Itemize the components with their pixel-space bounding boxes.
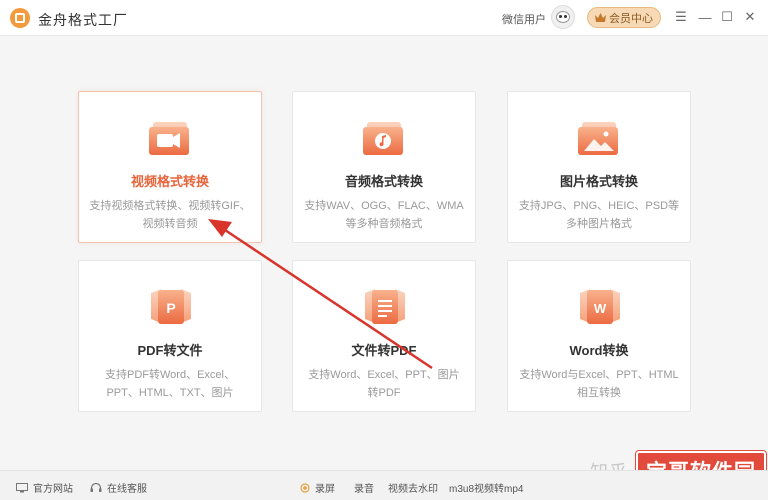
- annotation-arrow: [208, 219, 433, 370]
- app-title: 金舟格式工厂: [38, 12, 128, 28]
- card-description: 支持JPG、PNG、HEIC、PSD等多种图片格式: [518, 200, 680, 230]
- card-description: 支持视频格式转换、视频转GIF、视频转音频: [89, 200, 251, 230]
- card-title: 视频格式转换: [130, 174, 209, 189]
- card-description: 支持Word与Excel、PPT、HTML相互转换: [519, 369, 679, 399]
- image-icon: [576, 118, 624, 158]
- svg-text:W: W: [594, 301, 607, 316]
- music-icon: [361, 118, 409, 158]
- card-video-convert[interactable]: 视频格式转换 支持视频格式转换、视频转GIF、视频转音频: [78, 91, 262, 243]
- crown-icon: [595, 13, 606, 22]
- online-support-link[interactable]: 在线客服: [90, 480, 147, 495]
- remove-watermark-label: 视频去水印: [388, 484, 438, 495]
- card-title: 图片格式转换: [559, 174, 638, 189]
- video-icon: [147, 118, 195, 158]
- headset-icon: [90, 482, 102, 493]
- menu-icon[interactable]: ☰: [673, 9, 689, 25]
- close-icon[interactable]: ✕: [742, 9, 758, 25]
- card-description: 支持Word、Excel、PPT、图片转PDF: [308, 369, 460, 399]
- document-icon: [361, 287, 409, 327]
- record-screen-button[interactable]: 录屏: [298, 480, 335, 495]
- m3u8-to-mp4-button[interactable]: m3u8视频转mp4: [449, 480, 523, 495]
- card-title: PDF转文件: [137, 343, 203, 358]
- minimize-icon[interactable]: —: [697, 9, 713, 25]
- record-audio-button[interactable]: 录音: [354, 480, 374, 495]
- card-image-convert[interactable]: 图片格式转换 支持JPG、PNG、HEIC、PSD等多种图片格式: [507, 91, 691, 243]
- card-description: 支持PDF转Word、Excel、PPT、HTML、TXT、图片: [105, 369, 235, 399]
- vip-center-button[interactable]: 会员中心: [587, 7, 661, 28]
- maximize-icon[interactable]: ☐: [719, 9, 735, 25]
- monitor-icon: [16, 482, 28, 493]
- svg-text:P: P: [166, 300, 175, 316]
- card-word-convert[interactable]: W Word转换 支持Word与Excel、PPT、HTML相互转换: [507, 260, 691, 412]
- m3u8-to-mp4-label: m3u8视频转mp4: [449, 484, 524, 495]
- card-title: Word转换: [569, 343, 629, 358]
- footer-bar: 官方网站 在线客服 录屏 录音 视频去水印 m3u8视频转mp4: [0, 470, 768, 500]
- app-logo-icon: [10, 8, 30, 28]
- card-description: 支持WAV、OGG、FLAC、WMA等多种音频格式: [304, 200, 464, 230]
- panda-avatar-icon: [556, 11, 570, 23]
- card-title: 音频格式转换: [344, 174, 423, 189]
- record-screen-label: 录屏: [315, 484, 335, 495]
- card-file-to-pdf[interactable]: 文件转PDF 支持Word、Excel、PPT、图片转PDF: [292, 260, 476, 412]
- card-title: 文件转PDF: [351, 343, 417, 358]
- card-audio-convert[interactable]: 音频格式转换 支持WAV、OGG、FLAC、WMA等多种音频格式: [292, 91, 476, 243]
- official-website-label: 官方网站: [33, 484, 73, 495]
- official-website-link[interactable]: 官方网站: [16, 480, 73, 495]
- record-audio-label: 录音: [354, 484, 374, 495]
- title-bar: 金舟格式工厂 微信用户 会员中心 ☰ — ☐ ✕: [0, 0, 768, 36]
- remove-watermark-button[interactable]: 视频去水印: [388, 480, 438, 495]
- user-name[interactable]: 微信用户: [502, 11, 546, 27]
- pdf-icon: P: [147, 287, 195, 327]
- word-icon: W: [576, 287, 624, 327]
- card-pdf-to-file[interactable]: P PDF转文件 支持PDF转Word、Excel、PPT、HTML、TXT、图…: [78, 260, 262, 412]
- avatar[interactable]: [551, 5, 575, 29]
- record-screen-icon: [298, 482, 310, 493]
- vip-center-label: 会员中心: [609, 12, 653, 25]
- online-support-label: 在线客服: [107, 484, 147, 495]
